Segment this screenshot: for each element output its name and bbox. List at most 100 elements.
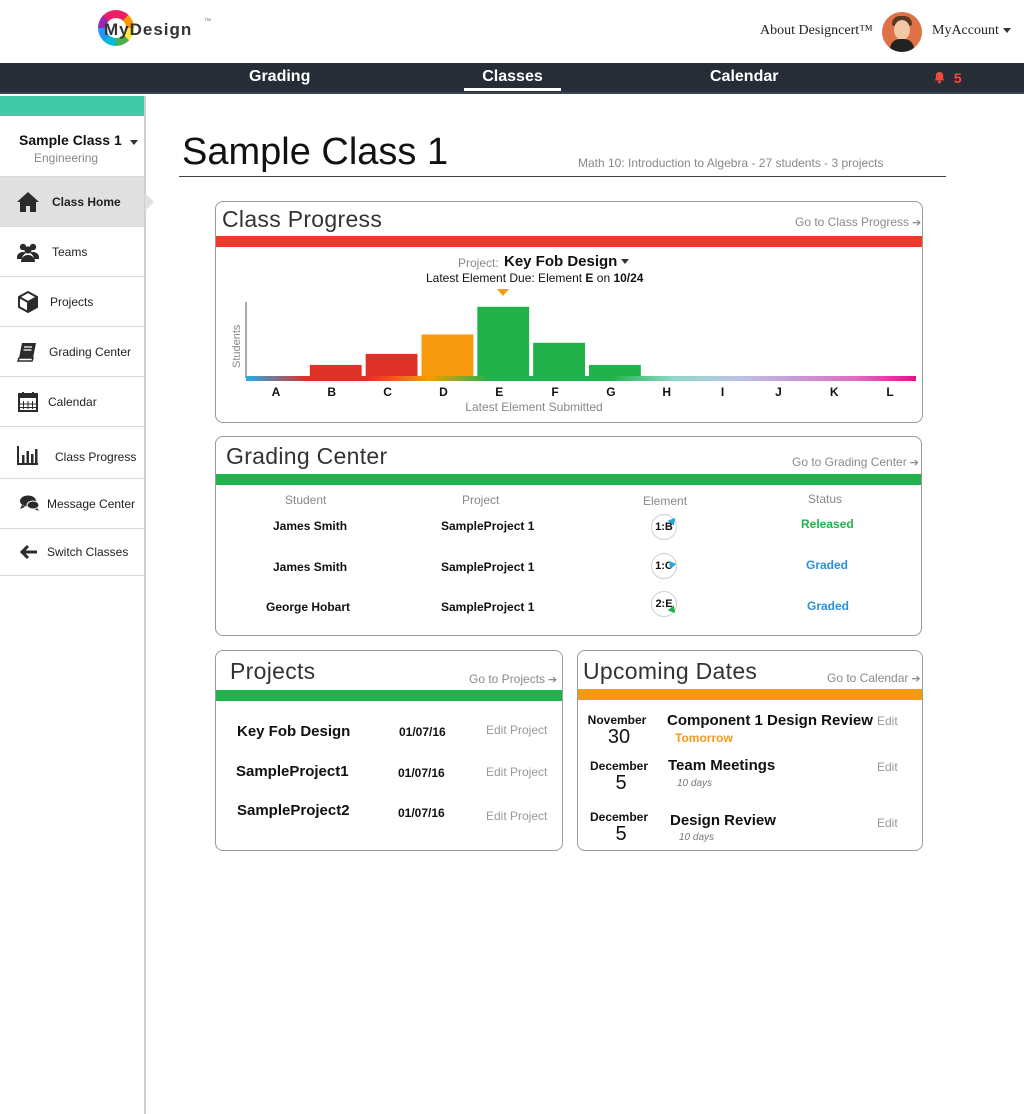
projects-color-bar (216, 690, 562, 701)
upcoming-dates-panel: Upcoming Dates Go to Calendar ➔ November … (577, 650, 923, 851)
arrow-right-icon: ➔ (909, 457, 919, 469)
go-to-grading-center-link[interactable]: Go to Grading Center ➔ (792, 455, 919, 469)
edit-event-button[interactable]: Edit (877, 714, 898, 728)
status-badge: Graded (806, 558, 849, 572)
project-name: SampleProject 1 (441, 560, 535, 574)
avatar[interactable] (882, 12, 922, 52)
bell-icon (934, 71, 945, 84)
main-nav: Grading Classes Calendar 5 (0, 63, 1024, 94)
tick-label-E: E (495, 385, 503, 399)
arrow-right-icon: ➔ (912, 217, 922, 229)
project-selector[interactable]: Key Fob Design (504, 253, 630, 271)
notifications-button[interactable]: 5 (933, 70, 962, 86)
sidebar-item-projects[interactable]: Projects (0, 276, 144, 326)
sidebar-item-grading-center[interactable]: Grading Center (0, 326, 144, 376)
event-relative-date: 10 days (677, 778, 713, 789)
go-to-class-progress-link[interactable]: Go to Class Progress ➔ (795, 215, 921, 229)
arrow-right-icon: ➔ (911, 673, 921, 685)
class-progress-color-bar (216, 236, 922, 247)
tick-label-D: D (439, 385, 448, 399)
tick-label-J: J (775, 385, 782, 399)
grading-center-panel: Grading Center Go to Grading Center ➔ Stu… (215, 436, 922, 636)
chevron-down-icon (130, 140, 138, 145)
edit-project-button[interactable]: Edit Project (486, 723, 547, 737)
element-badge[interactable]: 1:C (651, 553, 678, 579)
bar-B[interactable] (309, 364, 362, 376)
go-to-projects-label: Go to Projects (469, 672, 546, 686)
tab-grading[interactable]: Grading (249, 68, 310, 86)
edit-event-button[interactable]: Edit (877, 816, 898, 830)
users-icon (17, 243, 39, 262)
project-name: Key Fob Design (237, 723, 351, 740)
project-name: SampleProject 1 (441, 519, 535, 533)
home-icon (17, 192, 39, 212)
bar-F[interactable] (533, 342, 585, 376)
go-to-projects-link[interactable]: Go to Projects ➔ (469, 672, 557, 686)
class-subject: Engineering (34, 151, 99, 165)
edit-project-button[interactable]: Edit Project (486, 765, 547, 779)
bar-D[interactable] (421, 334, 474, 376)
sidebar-item-calendar[interactable]: Calendar (0, 376, 144, 426)
student-name: George Hobart (266, 600, 351, 614)
grading-center-color-bar (216, 474, 921, 485)
go-to-class-progress-label: Go to Class Progress (795, 215, 910, 229)
element-badge[interactable]: 1:B (651, 514, 679, 540)
about-designcert-link[interactable]: About Designcert™ (760, 23, 873, 39)
project-name: Key Fob Design (504, 253, 618, 270)
bar-chart-icon (17, 446, 38, 465)
class-selector[interactable]: Sample Class 1 Engineering (0, 124, 144, 174)
sidebar-item-message-center[interactable]: Message Center (0, 478, 144, 528)
tick-label-G: G (606, 385, 615, 399)
sidebar-item-label: Switch Classes (47, 545, 129, 559)
book-icon (16, 343, 36, 362)
sidebar-item-class-home[interactable]: Class Home (0, 176, 154, 226)
arrow-right-icon: ➔ (548, 674, 558, 686)
element-tick-icon (668, 559, 678, 570)
bar-C[interactable] (365, 353, 418, 376)
sidebar-item-switch-classes[interactable]: Switch Classes (0, 528, 144, 576)
go-to-calendar-label: Go to Calendar (827, 671, 909, 685)
edit-project-button[interactable]: Edit Project (486, 809, 547, 823)
student-name: James Smith (273, 519, 348, 533)
bar-E[interactable] (477, 306, 530, 376)
column-header-student: Student (285, 493, 327, 507)
event-month: November (587, 713, 647, 727)
sidebar-item-label: Class Home (52, 195, 121, 209)
event-day: 5 (615, 823, 627, 845)
column-header-element: Element (643, 494, 688, 508)
status-badge: Graded (807, 599, 850, 613)
event-month: December (589, 810, 649, 824)
sidebar-item-class-progress[interactable]: Class Progress (0, 426, 144, 478)
upcoming-dates-color-bar (578, 689, 922, 700)
calendar-icon (18, 392, 38, 412)
tick-label-K: K (830, 385, 839, 399)
sidebar-item-teams[interactable]: Teams (0, 226, 144, 276)
sidebar-item-label: Teams (52, 245, 88, 259)
column-header-project: Project (462, 493, 500, 507)
mydesign-logo[interactable]: MyDesign ™ (96, 8, 216, 52)
tick-label-C: C (383, 385, 392, 399)
bar-G[interactable] (589, 364, 641, 376)
tick-label-A: A (272, 385, 281, 399)
project-date: 01/07/16 (399, 725, 446, 739)
event-day: 30 (607, 726, 631, 748)
class-meta: Math 10: Introduction to Algebra - 27 st… (578, 156, 884, 170)
edit-event-button[interactable]: Edit (877, 760, 898, 774)
go-to-calendar-link[interactable]: Go to Calendar ➔ (827, 671, 921, 685)
element-badge[interactable]: 2:E (651, 591, 679, 617)
chevron-down-icon (1002, 28, 1011, 34)
class-progress-panel: Class Progress Go to Class Progress ➔ Pro… (215, 201, 923, 423)
student-name: James Smith (273, 560, 348, 574)
tab-classes[interactable]: Classes (464, 68, 561, 91)
sidebar-item-label: Projects (50, 295, 94, 309)
tab-calendar[interactable]: Calendar (710, 68, 778, 86)
my-account-menu[interactable]: MyAccount (932, 23, 1011, 39)
x-axis-label: Latest Element Submitted (465, 400, 602, 414)
logo-text: MyDesign (104, 20, 193, 39)
project-date: 01/07/16 (398, 806, 445, 820)
my-account-label: MyAccount (932, 23, 999, 38)
sidebar-item-label: Class Progress (55, 450, 137, 464)
chevron-down-icon (621, 259, 630, 265)
chat-icon (20, 495, 40, 511)
project-name: SampleProject 1 (441, 600, 535, 614)
